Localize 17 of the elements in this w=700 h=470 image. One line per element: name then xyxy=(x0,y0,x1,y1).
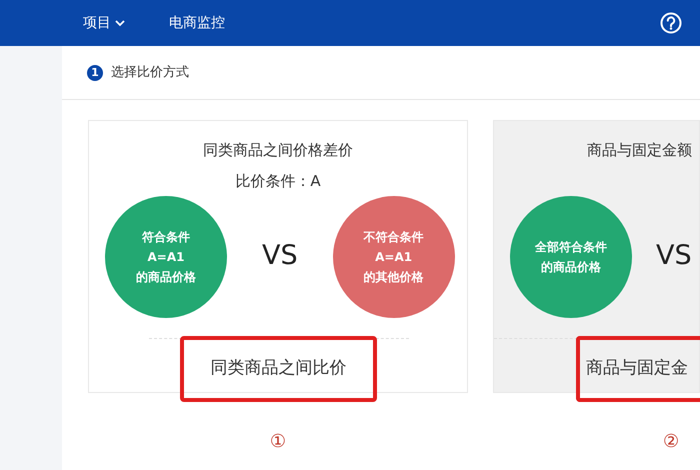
condition-circle: 符合条件 A=A1 的商品价格 xyxy=(105,196,227,318)
option-number: ① xyxy=(270,431,286,452)
step-label: 选择比价方式 xyxy=(111,64,189,82)
highlighted-option-label: 同类商品之间比价 xyxy=(180,336,377,402)
option-number: ② xyxy=(663,431,680,452)
card-title: 同类商品之间价格差价 xyxy=(202,140,354,161)
vs-label: VS xyxy=(656,239,692,274)
highlighted-option-label: 商品与固定金 xyxy=(576,336,700,402)
condition-circle: 全部符合条件 的商品价格 xyxy=(510,196,632,318)
condition-label: 比价条件：A xyxy=(235,172,321,190)
help-icon[interactable] xyxy=(660,12,682,34)
card-title: 商品与固定金额 xyxy=(586,140,693,161)
vs-label: VS xyxy=(262,239,298,274)
nav-link[interactable]: 电商监控 xyxy=(169,12,225,34)
step-number: 1 xyxy=(87,64,103,80)
condition-circle: 不符合条件 A=A1 的其他价格 xyxy=(332,196,455,318)
nav-link[interactable]: 项目 xyxy=(83,12,125,34)
